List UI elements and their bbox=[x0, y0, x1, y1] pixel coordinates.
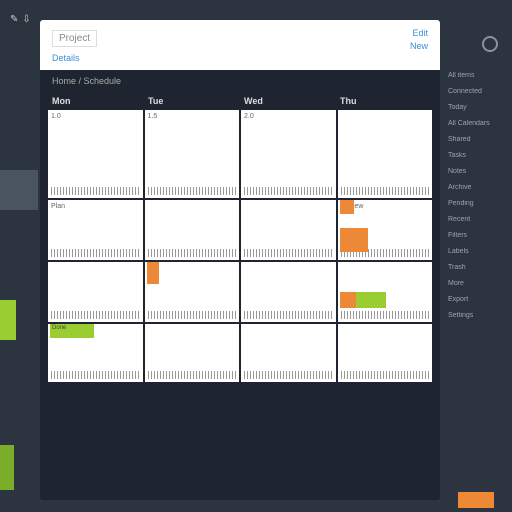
ruler bbox=[244, 311, 333, 319]
col-head[interactable]: Thu bbox=[336, 94, 432, 108]
panel-item[interactable]: Archive bbox=[448, 184, 508, 191]
panel-item[interactable]: All items bbox=[448, 72, 508, 79]
panel-item[interactable]: Recent bbox=[448, 216, 508, 223]
header: Project Details Edit New bbox=[40, 20, 440, 70]
ruler bbox=[244, 187, 333, 195]
cell-label: 2.0 bbox=[244, 113, 333, 120]
ruler bbox=[51, 371, 140, 379]
ruler bbox=[244, 371, 333, 379]
panel-item[interactable]: Labels bbox=[448, 248, 508, 255]
grid-row: DoneDone bbox=[48, 324, 432, 382]
event-block[interactable] bbox=[340, 200, 354, 214]
col-head[interactable]: Tue bbox=[144, 94, 240, 108]
panel-item[interactable]: Trash bbox=[448, 264, 508, 271]
panel-item[interactable]: Shared bbox=[448, 136, 508, 143]
column-headers: Mon Tue Wed Thu bbox=[40, 92, 440, 110]
grid-cell[interactable]: 1.5 bbox=[145, 110, 240, 198]
grid-row bbox=[48, 262, 432, 322]
ruler bbox=[244, 249, 333, 257]
event-block[interactable]: Done bbox=[50, 324, 94, 338]
grid-cell[interactable] bbox=[241, 200, 336, 260]
app-window: Project Details Edit New Home / Schedule… bbox=[40, 20, 440, 500]
grid-cell[interactable] bbox=[145, 200, 240, 260]
cell-label: 1.5 bbox=[148, 113, 237, 120]
grid-cell[interactable]: 1.0 bbox=[48, 110, 143, 198]
ruler bbox=[51, 249, 140, 257]
ruler bbox=[51, 311, 140, 319]
grid-row: Plan Review bbox=[48, 200, 432, 260]
ruler bbox=[341, 371, 430, 379]
left-marker-2[interactable] bbox=[0, 445, 14, 490]
event-block[interactable] bbox=[340, 228, 368, 252]
cell-label: Plan bbox=[51, 203, 140, 210]
toolbar-icons: ✎ ⇩ bbox=[10, 14, 31, 25]
grid-cell[interactable]: 2.0 bbox=[241, 110, 336, 198]
ruler bbox=[148, 249, 237, 257]
cell-label: 1.0 bbox=[51, 113, 140, 120]
event-block[interactable] bbox=[147, 262, 159, 284]
side-panel: All items Connected Today All Calendars Shar… bbox=[444, 68, 512, 332]
panel-item[interactable]: Pending bbox=[448, 200, 508, 207]
left-marker-1[interactable] bbox=[0, 300, 16, 340]
ruler bbox=[51, 187, 140, 195]
ruler bbox=[341, 187, 430, 195]
grid-cell[interactable]: Plan bbox=[48, 200, 143, 260]
breadcrumb[interactable]: Home / Schedule bbox=[40, 70, 440, 92]
calendar-grid: 1.0 1.5 2.0 Plan Review DoneDone bbox=[40, 110, 440, 382]
panel-item[interactable]: Tasks bbox=[448, 152, 508, 159]
grid-cell[interactable]: DoneDone bbox=[48, 324, 143, 382]
grid-cell[interactable] bbox=[241, 324, 336, 382]
grid-cell[interactable] bbox=[338, 324, 433, 382]
col-head[interactable]: Wed bbox=[240, 94, 336, 108]
panel-item[interactable]: Notes bbox=[448, 168, 508, 175]
ruler bbox=[341, 311, 430, 319]
panel-item[interactable]: Export bbox=[448, 296, 508, 303]
panel-item[interactable]: Connected bbox=[448, 88, 508, 95]
event-block[interactable] bbox=[340, 292, 356, 308]
panel-item[interactable]: Filters bbox=[448, 232, 508, 239]
panel-item[interactable]: More bbox=[448, 280, 508, 287]
bottom-tab[interactable] bbox=[458, 492, 494, 508]
panel-item[interactable]: Settings bbox=[448, 312, 508, 319]
panel-item[interactable]: All Calendars bbox=[448, 120, 508, 127]
action-edit[interactable]: Edit bbox=[410, 28, 428, 38]
header-title[interactable]: Project bbox=[52, 30, 97, 47]
grid-cell[interactable] bbox=[145, 324, 240, 382]
loading-icon bbox=[482, 36, 498, 52]
col-head[interactable]: Mon bbox=[48, 94, 144, 108]
cell-label: Review bbox=[341, 203, 430, 210]
ruler bbox=[148, 187, 237, 195]
grid-cell[interactable]: Review bbox=[338, 200, 433, 260]
grid-cell[interactable] bbox=[48, 262, 143, 322]
left-tab[interactable] bbox=[0, 170, 38, 210]
grid-row: 1.0 1.5 2.0 bbox=[48, 110, 432, 198]
grid-cell[interactable] bbox=[241, 262, 336, 322]
pencil-icon[interactable]: ✎ bbox=[10, 14, 18, 25]
header-subtitle[interactable]: Details bbox=[52, 53, 428, 63]
grid-cell[interactable] bbox=[338, 262, 433, 322]
event-block[interactable] bbox=[356, 292, 386, 308]
grid-cell[interactable] bbox=[145, 262, 240, 322]
grid-cell[interactable] bbox=[338, 110, 433, 198]
download-icon[interactable]: ⇩ bbox=[22, 14, 30, 25]
ruler bbox=[148, 311, 237, 319]
header-actions: Edit New bbox=[410, 28, 428, 54]
ruler bbox=[148, 371, 237, 379]
panel-item[interactable]: Today bbox=[448, 104, 508, 111]
action-new[interactable]: New bbox=[410, 41, 428, 51]
